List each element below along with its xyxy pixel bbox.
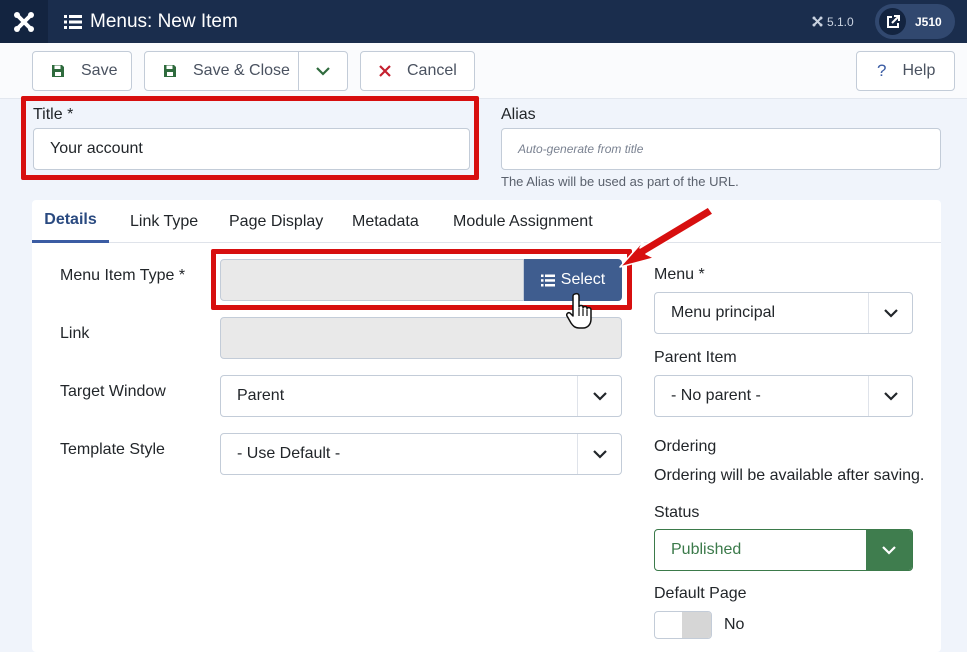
version-text: 5.1.0 [827,14,854,29]
default-page-toggle[interactable] [654,611,712,639]
chevron-down-icon [316,66,330,76]
menu-select[interactable]: Menu principal [654,292,913,334]
help-label: Help [902,62,936,79]
close-icon [379,65,391,77]
status-label: Status [654,504,700,521]
template-style-select[interactable]: - Use Default - [220,433,622,475]
chevron-down-icon [577,376,621,416]
save-close-label: Save & Close [193,62,290,79]
pointer-hand-icon [566,292,592,329]
joomla-small-icon [812,16,823,27]
status-value: Published [671,541,742,558]
action-toolbar: Save Save & Close Cancel ? Help [0,43,967,99]
help-button[interactable]: ? Help [856,51,955,91]
joomla-logo[interactable] [0,0,48,43]
alias-label: Alias [501,106,536,123]
version-indicator: 5.1.0 [812,0,854,43]
page-title: Menus: New Item [64,0,238,43]
tab-bar: Details Link Type Page Display Metadata … [32,200,941,243]
template-style-label: Template Style [60,441,165,458]
parent-item-label: Parent Item [654,349,737,366]
save-close-button[interactable]: Save & Close [144,51,348,91]
template-style-value: - Use Default - [237,445,341,462]
target-window-select[interactable]: Parent [220,375,622,417]
external-link-icon[interactable] [879,8,906,35]
save-icon [163,64,177,78]
alias-hint: The Alias will be used as part of the UR… [501,174,739,189]
title-highlight-box [21,96,479,180]
joomla-logo-icon [14,11,34,32]
alias-input[interactable]: Auto-generate from title [501,128,941,170]
top-header: Menus: New Item 5.1.0 J510 [0,0,967,43]
target-window-label: Target Window [60,383,166,400]
save-button[interactable]: Save [32,51,132,91]
parent-item-select[interactable]: - No parent - [654,375,913,417]
ordering-text: Ordering will be available after saving. [654,467,925,484]
tab-module-assignment[interactable]: Module Assignment [453,200,593,243]
tab-details[interactable]: Details [32,200,109,243]
chevron-down-icon [868,376,912,416]
default-page-label: Default Page [654,585,747,602]
chevron-down-icon [577,434,621,474]
save-label: Save [81,62,118,79]
page-title-text: Menus: New Item [90,10,238,32]
save-options-dropdown[interactable] [299,52,347,90]
default-page-value: No [724,616,745,633]
arrow-annotation-icon [619,206,714,268]
save-icon [51,64,65,78]
menu-value: Menu principal [671,304,776,321]
toggle-knob [682,612,711,638]
item-edit-card: Details Link Type Page Display Metadata … [32,200,941,652]
user-label: J510 [915,14,942,29]
ordering-label: Ordering [654,438,717,455]
chevron-down-icon [866,530,912,570]
status-select[interactable]: Published [654,529,913,571]
tab-link-type[interactable]: Link Type [130,200,198,243]
link-label: Link [60,325,90,342]
cancel-label: Cancel [407,62,457,79]
cancel-button[interactable]: Cancel [360,51,475,91]
tab-page-display[interactable]: Page Display [229,200,323,243]
menu-item-type-label: Menu Item Type * [60,267,186,284]
tab-metadata[interactable]: Metadata [352,200,419,243]
link-input [220,317,622,359]
chevron-down-icon [868,293,912,333]
user-menu[interactable]: J510 [875,4,955,39]
parent-item-value: - No parent - [671,387,761,404]
alias-placeholder: Auto-generate from title [518,142,644,156]
target-window-value: Parent [237,387,285,404]
list-icon [64,14,82,29]
help-icon: ? [877,61,887,80]
